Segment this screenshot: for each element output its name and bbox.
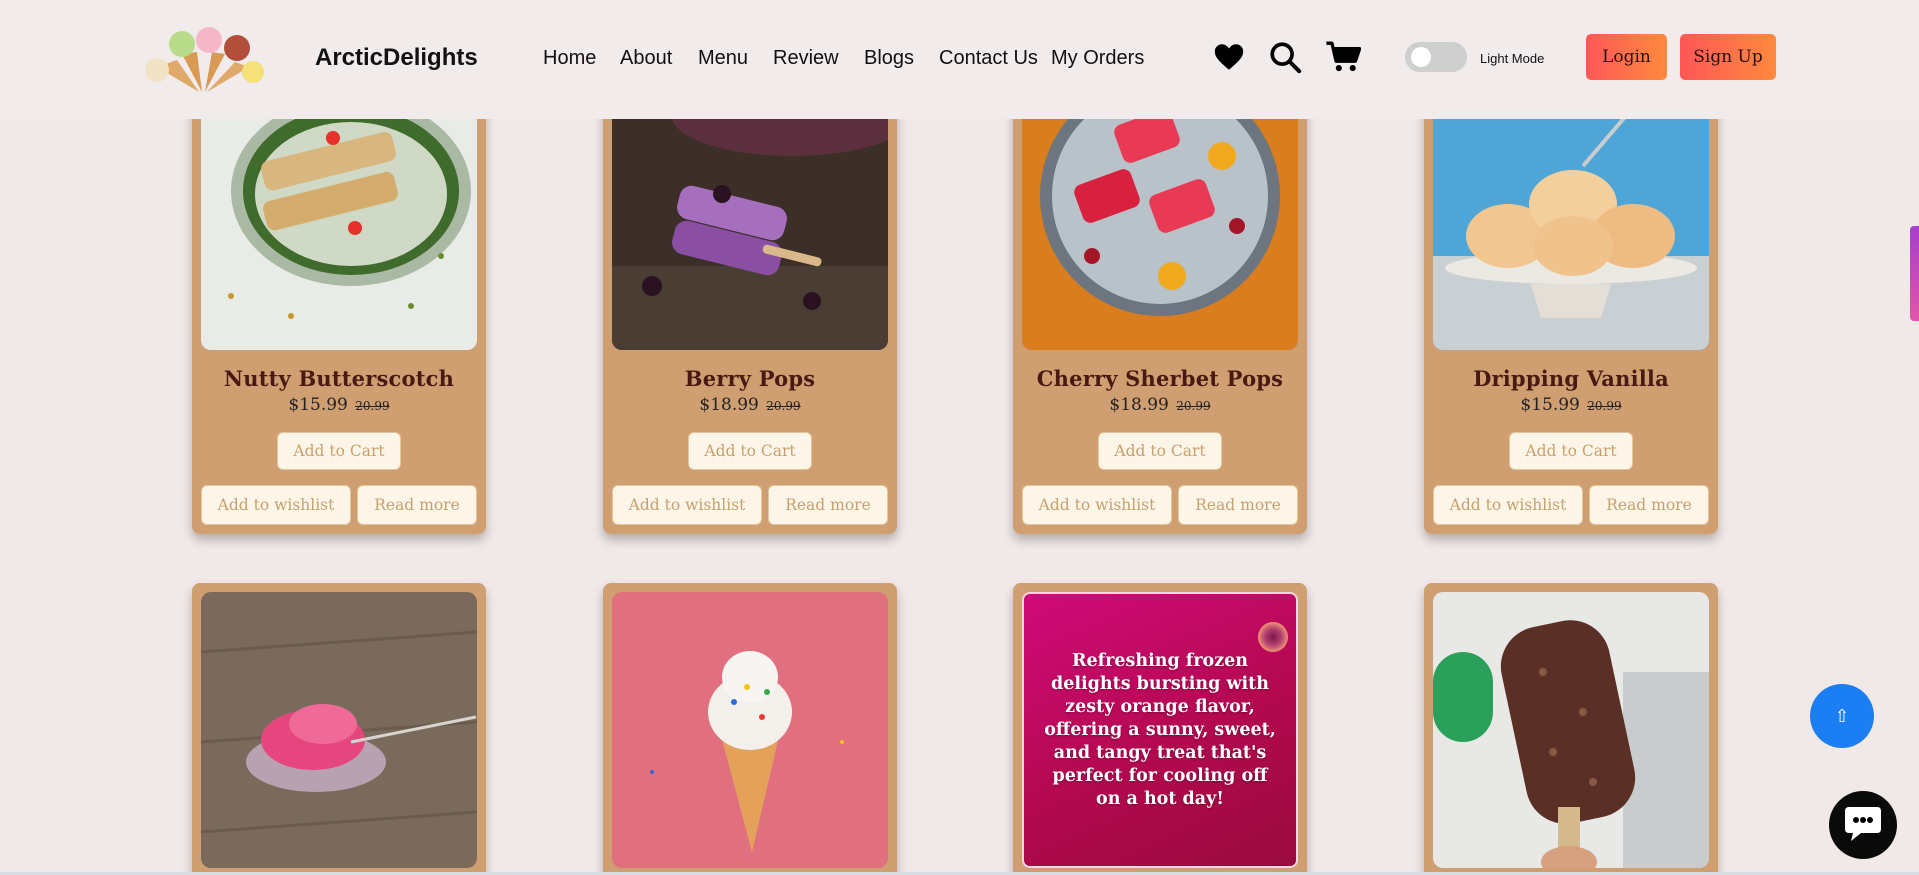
add-to-cart-button[interactable]: Add to Cart xyxy=(688,432,812,470)
product-grid: Nutty Butterscotch $15.99 20.99 Add to C… xyxy=(0,0,1919,875)
product-description-overlay[interactable]: Refreshing frozen delights bursting with… xyxy=(1022,592,1298,868)
heart-icon[interactable] xyxy=(1212,40,1246,78)
current-price: $18.99 xyxy=(699,395,759,415)
product-price: $18.99 20.99 xyxy=(603,395,897,415)
product-card: Nutty Butterscotch $15.99 20.99 Add to C… xyxy=(192,86,486,534)
toggle-knob xyxy=(1411,47,1431,67)
read-more-button[interactable]: Read more xyxy=(768,485,888,525)
add-to-cart-button[interactable]: Add to Cart xyxy=(1098,432,1222,470)
nav-blogs[interactable]: Blogs xyxy=(864,47,914,70)
product-image[interactable] xyxy=(1433,592,1709,868)
nav-my-orders[interactable]: My Orders xyxy=(1051,47,1144,70)
add-to-wishlist-button[interactable]: Add to wishlist xyxy=(1022,485,1172,525)
product-card xyxy=(1424,583,1718,875)
product-description: Refreshing frozen delights bursting with… xyxy=(1044,650,1276,809)
login-button[interactable]: Login xyxy=(1586,34,1667,80)
add-to-wishlist-button[interactable]: Add to wishlist xyxy=(612,485,762,525)
theme-toggle-label: Light Mode xyxy=(1480,51,1545,66)
product-image[interactable] xyxy=(612,592,888,868)
product-name: Dripping Vanilla xyxy=(1473,366,1669,391)
brand-name[interactable]: ArcticDelights xyxy=(315,44,478,72)
ice-cream-logo[interactable] xyxy=(137,22,271,94)
add-to-wishlist-button[interactable]: Add to wishlist xyxy=(1433,485,1583,525)
product-name: Cherry Sherbet Pops xyxy=(1036,366,1284,391)
chat-bubble-icon xyxy=(1845,807,1881,841)
current-price: $15.99 xyxy=(1520,395,1580,415)
product-image[interactable] xyxy=(201,592,477,868)
product-image[interactable] xyxy=(201,86,477,350)
arrow-up-icon: ⇧ xyxy=(1834,705,1850,727)
product-image[interactable] xyxy=(1433,86,1709,350)
search-icon[interactable] xyxy=(1268,40,1302,78)
top-navbar: ArcticDelights Home About Menu Review Bl… xyxy=(0,0,1919,119)
read-more-button[interactable]: Read more xyxy=(1589,485,1709,525)
current-price: $18.99 xyxy=(1109,395,1169,415)
nav-home[interactable]: Home xyxy=(543,47,596,70)
current-price: $15.99 xyxy=(288,395,348,415)
product-image[interactable] xyxy=(612,86,888,350)
add-to-cart-button[interactable]: Add to Cart xyxy=(1509,432,1633,470)
read-more-button[interactable]: Read more xyxy=(1178,485,1298,525)
read-more-button[interactable]: Read more xyxy=(357,485,477,525)
nav-about[interactable]: About xyxy=(620,47,672,70)
product-card xyxy=(603,583,897,875)
product-name: Nutty Butterscotch xyxy=(223,366,455,391)
product-card xyxy=(192,583,486,875)
product-card: Berry Pops $18.99 20.99 Add to Cart Add … xyxy=(603,86,897,534)
old-price: 20.99 xyxy=(355,399,390,413)
add-to-wishlist-button[interactable]: Add to wishlist xyxy=(201,485,351,525)
product-name: Berry Pops xyxy=(684,366,816,391)
old-price: 20.99 xyxy=(766,399,801,413)
product-card: Dripping Vanilla $15.99 20.99 Add to Car… xyxy=(1424,86,1718,534)
product-price: $15.99 20.99 xyxy=(1424,395,1718,415)
nav-contact-us[interactable]: Contact Us xyxy=(939,47,1038,70)
old-price: 20.99 xyxy=(1587,399,1622,413)
add-to-cart-button[interactable]: Add to Cart xyxy=(277,432,401,470)
product-price: $15.99 20.99 xyxy=(192,395,486,415)
scroll-to-top-button[interactable]: ⇧ xyxy=(1810,684,1874,748)
theme-toggle[interactable] xyxy=(1405,42,1467,72)
nav-review[interactable]: Review xyxy=(773,47,839,70)
cart-icon[interactable] xyxy=(1325,40,1362,78)
product-card: Refreshing frozen delights bursting with… xyxy=(1013,583,1307,875)
signup-button[interactable]: Sign Up xyxy=(1680,34,1776,80)
product-price: $18.99 20.99 xyxy=(1013,395,1307,415)
chatbot-button[interactable] xyxy=(1829,791,1897,859)
nav-menu[interactable]: Menu xyxy=(698,47,748,70)
scrollbar-thumb[interactable] xyxy=(1910,226,1919,321)
product-image[interactable] xyxy=(1022,86,1298,350)
product-card: Cherry Sherbet Pops $18.99 20.99 Add to … xyxy=(1013,86,1307,534)
old-price: 20.99 xyxy=(1176,399,1211,413)
decorative-dot-icon xyxy=(1258,622,1288,652)
